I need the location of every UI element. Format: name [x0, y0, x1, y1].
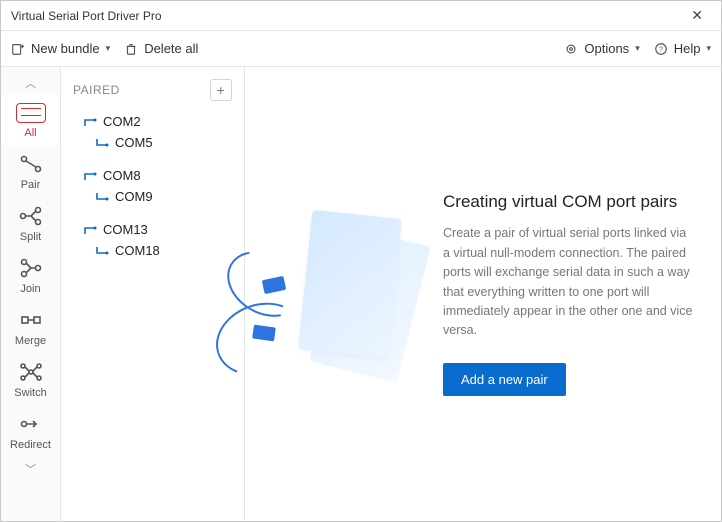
- port-child-icon: [95, 191, 109, 203]
- port-row[interactable]: COM13: [77, 219, 234, 240]
- list-header-label: PAIRED: [73, 83, 120, 97]
- gear-icon: [564, 42, 578, 56]
- port-parent-icon: [83, 170, 97, 182]
- redirect-icon: [1, 413, 60, 435]
- app-window: Virtual Serial Port Driver Pro ✕ New bun…: [0, 0, 722, 522]
- split-icon: [1, 205, 60, 227]
- pair-illustration: [245, 194, 425, 394]
- port-row[interactable]: COM8: [77, 165, 234, 186]
- body: ︿ All Pair Split Jo: [1, 67, 721, 521]
- chevron-down-icon: ▾: [635, 43, 640, 54]
- port-parent-icon: [83, 116, 97, 128]
- port-row[interactable]: COM5: [77, 132, 234, 153]
- rail-item-label: Merge: [15, 335, 46, 347]
- paired-list-panel: PAIRED + COM2 COM5 COM8: [61, 67, 245, 521]
- chevron-down-icon: ▾: [706, 43, 711, 54]
- join-icon: [1, 257, 60, 279]
- add-pair-icon-button[interactable]: +: [210, 79, 232, 101]
- port-row[interactable]: COM9: [77, 186, 234, 207]
- toolbar: New bundle ▾ Delete all Options ▾ ? Help…: [1, 31, 721, 67]
- port-child-icon: [95, 137, 109, 149]
- page-description: Create a pair of virtual serial ports li…: [443, 224, 693, 340]
- rail-item-switch[interactable]: Switch: [1, 353, 60, 405]
- close-icon[interactable]: ✕: [683, 3, 711, 28]
- options-label: Options: [584, 41, 629, 56]
- new-bundle-icon: [11, 42, 25, 56]
- chevron-down-icon: ▾: [106, 43, 111, 54]
- port-name: COM13: [103, 222, 148, 237]
- rail-item-label: Split: [20, 231, 41, 243]
- all-icon: [16, 103, 46, 123]
- port-row[interactable]: COM18: [77, 240, 234, 261]
- rail-item-label: All: [24, 127, 36, 139]
- rail-item-label: Pair: [21, 179, 41, 191]
- rail-scroll-down[interactable]: ﹀: [1, 457, 60, 481]
- trash-icon: [124, 42, 138, 56]
- add-new-pair-button[interactable]: Add a new pair: [443, 363, 566, 396]
- rail-item-label: Switch: [14, 387, 46, 399]
- port-parent-icon: [83, 224, 97, 236]
- rail-item-join[interactable]: Join: [1, 249, 60, 301]
- port-pair: COM13 COM18: [61, 217, 244, 271]
- switch-icon: [1, 361, 60, 383]
- port-child-icon: [95, 245, 109, 257]
- delete-all-button[interactable]: Delete all: [124, 41, 198, 56]
- titlebar: Virtual Serial Port Driver Pro ✕: [1, 1, 721, 31]
- new-bundle-button[interactable]: New bundle ▾: [11, 41, 110, 56]
- port-pair: COM2 COM5: [61, 109, 244, 163]
- rail-item-pair[interactable]: Pair: [1, 145, 60, 197]
- new-bundle-label: New bundle: [31, 41, 100, 56]
- list-header: PAIRED +: [61, 67, 244, 109]
- port-name: COM9: [115, 189, 153, 204]
- help-button[interactable]: ? Help ▾: [654, 41, 711, 56]
- rail-scroll-up[interactable]: ︿: [1, 71, 60, 95]
- rail-item-all[interactable]: All: [1, 95, 60, 145]
- nav-rail: ︿ All Pair Split Jo: [1, 67, 61, 521]
- help-icon: ?: [654, 42, 668, 56]
- help-label: Help: [674, 41, 701, 56]
- rail-item-redirect[interactable]: Redirect: [1, 405, 60, 457]
- svg-text:?: ?: [659, 46, 663, 53]
- rail-item-label: Redirect: [10, 439, 51, 451]
- main-content: Creating virtual COM port pairs Create a…: [245, 67, 721, 521]
- content-text: Creating virtual COM port pairs Create a…: [443, 192, 693, 395]
- port-pair: COM8 COM9: [61, 163, 244, 217]
- options-button[interactable]: Options ▾: [564, 41, 639, 56]
- port-row[interactable]: COM2: [77, 111, 234, 132]
- window-title: Virtual Serial Port Driver Pro: [11, 9, 162, 23]
- rail-item-label: Join: [20, 283, 40, 295]
- delete-all-label: Delete all: [144, 41, 198, 56]
- page-title: Creating virtual COM port pairs: [443, 192, 693, 212]
- merge-icon: [1, 309, 60, 331]
- rail-item-split[interactable]: Split: [1, 197, 60, 249]
- port-name: COM2: [103, 114, 141, 129]
- port-name: COM18: [115, 243, 160, 258]
- port-name: COM8: [103, 168, 141, 183]
- rail-item-merge[interactable]: Merge: [1, 301, 60, 353]
- port-name: COM5: [115, 135, 153, 150]
- pair-icon: [1, 153, 60, 175]
